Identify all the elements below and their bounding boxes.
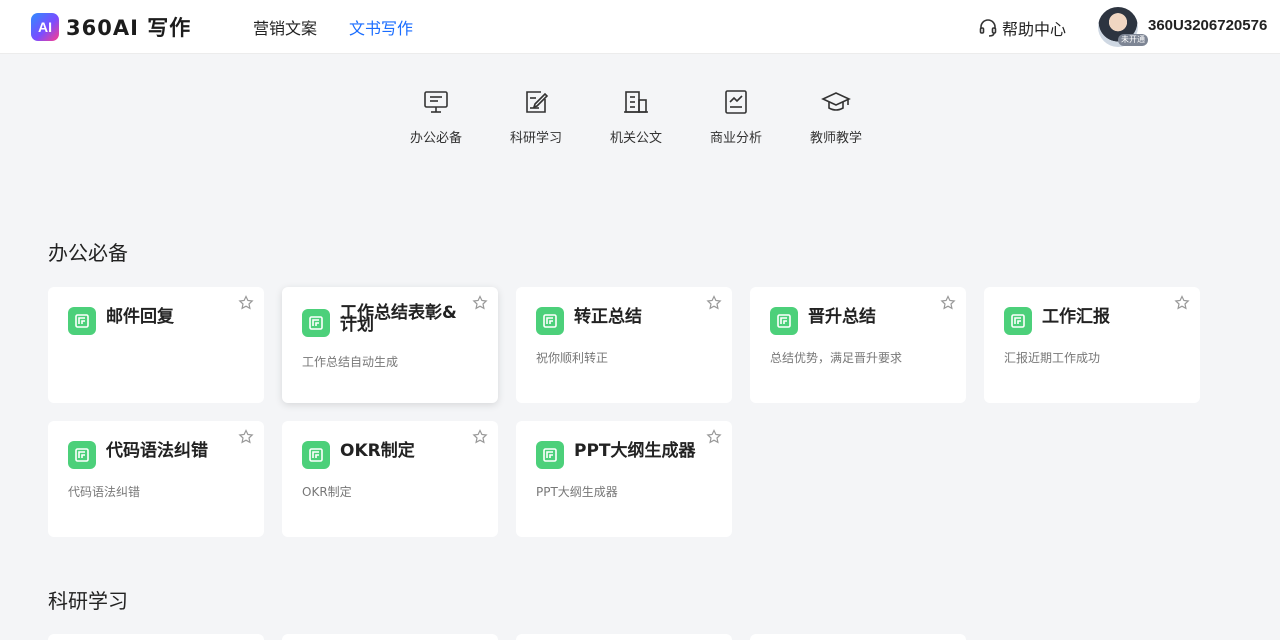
logo[interactable]: AI 360AI 写作	[31, 12, 191, 42]
card-email-reply[interactable]: 邮件回复	[48, 287, 264, 403]
card-title: 代码语法纠错	[106, 441, 208, 461]
category-label: 办公必备	[409, 131, 462, 146]
favorite-star-icon[interactable]	[472, 429, 488, 445]
document-app-icon	[1004, 307, 1032, 335]
category-label: 机关公文	[609, 131, 662, 146]
card-probation-summary[interactable]: 转正总结 祝你顺利转正	[516, 287, 732, 403]
card-promotion-summary[interactable]: 晋升总结 总结优势，满足晋升要求	[750, 287, 966, 403]
card-description: 总结优势，满足晋升要求	[770, 351, 903, 365]
favorite-star-icon[interactable]	[940, 295, 956, 311]
card-ppt-outline[interactable]: PPT大纲生成器 PPT大纲生成器	[516, 421, 732, 537]
edit-note-icon	[526, 91, 549, 113]
category-label: 商业分析	[709, 131, 762, 146]
card-partial[interactable]	[282, 634, 498, 640]
favorite-star-icon[interactable]	[706, 295, 722, 311]
card-partial[interactable]	[750, 634, 966, 640]
card-description: 祝你顺利转正	[536, 351, 609, 365]
card-partial[interactable]	[48, 634, 264, 640]
nav-item-marketing[interactable]: 营销文案	[253, 15, 317, 39]
card-work-report[interactable]: 工作汇报 汇报近期工作成功	[984, 287, 1200, 403]
help-center-label: 帮助中心	[1002, 20, 1067, 39]
category-research[interactable]: 科研学习	[486, 87, 586, 146]
logo-text: 360AI 写作	[66, 16, 192, 40]
monitor-icon	[424, 91, 448, 113]
nav-item-document-writing[interactable]: 文书写作	[349, 15, 413, 39]
document-app-icon	[770, 307, 798, 335]
headset-icon	[979, 19, 997, 37]
graduation-cap-icon	[821, 92, 851, 111]
document-app-icon	[536, 441, 564, 469]
document-app-icon	[302, 309, 330, 337]
card-title: 工作汇报	[1042, 307, 1110, 327]
card-title: PPT大纲生成器	[574, 441, 696, 461]
favorite-star-icon[interactable]	[472, 295, 488, 311]
card-description: OKR制定	[302, 485, 352, 499]
section-title-office: 办公必备	[48, 241, 128, 265]
building-icon	[624, 91, 648, 113]
favorite-star-icon[interactable]	[238, 429, 254, 445]
main-nav: 营销文案 文书写作	[253, 0, 413, 54]
card-title: 晋升总结	[808, 307, 876, 327]
card-title: 转正总结	[574, 307, 642, 327]
card-description: 汇报近期工作成功	[1004, 351, 1101, 365]
section-title-research: 科研学习	[48, 589, 128, 613]
favorite-star-icon[interactable]	[238, 295, 254, 311]
category-office[interactable]: 办公必备	[386, 87, 486, 146]
document-app-icon	[536, 307, 564, 335]
help-center-link[interactable]: 帮助中心	[978, 16, 1066, 40]
card-code-correction[interactable]: 代码语法纠错 代码语法纠错	[48, 421, 264, 537]
username[interactable]: 360U3206720576	[1148, 17, 1267, 34]
top-header: AI 360AI 写作 营销文案 文书写作 帮助中心 未开通 360U32067…	[0, 0, 1280, 54]
document-app-icon	[302, 441, 330, 469]
category-bar: 办公必备 科研学习 机关公文 商业分析 教师教学	[386, 87, 886, 146]
category-government[interactable]: 机关公文	[586, 87, 686, 146]
card-title: 工作总结表彰&计划	[340, 303, 457, 335]
category-teaching[interactable]: 教师教学	[786, 87, 886, 146]
card-partial[interactable]	[516, 634, 732, 640]
favorite-star-icon[interactable]	[706, 429, 722, 445]
document-app-icon	[68, 441, 96, 469]
card-description: PPT大纲生成器	[536, 485, 618, 499]
card-description: 工作总结自动生成	[302, 355, 399, 369]
category-label: 教师教学	[809, 131, 862, 146]
category-business[interactable]: 商业分析	[686, 87, 786, 146]
chart-board-icon	[725, 90, 747, 114]
card-description: 代码语法纠错	[68, 485, 141, 499]
card-work-summary[interactable]: 工作总结表彰&计划 工作总结自动生成	[282, 287, 498, 403]
card-title: 邮件回复	[106, 307, 174, 327]
membership-badge: 未开通	[1118, 34, 1148, 46]
document-app-icon	[68, 307, 96, 335]
category-label: 科研学习	[509, 131, 562, 146]
card-okr[interactable]: OKR制定 OKR制定	[282, 421, 498, 537]
logo-badge: AI	[31, 13, 59, 41]
favorite-star-icon[interactable]	[1174, 295, 1190, 311]
card-title: OKR制定	[340, 441, 415, 461]
